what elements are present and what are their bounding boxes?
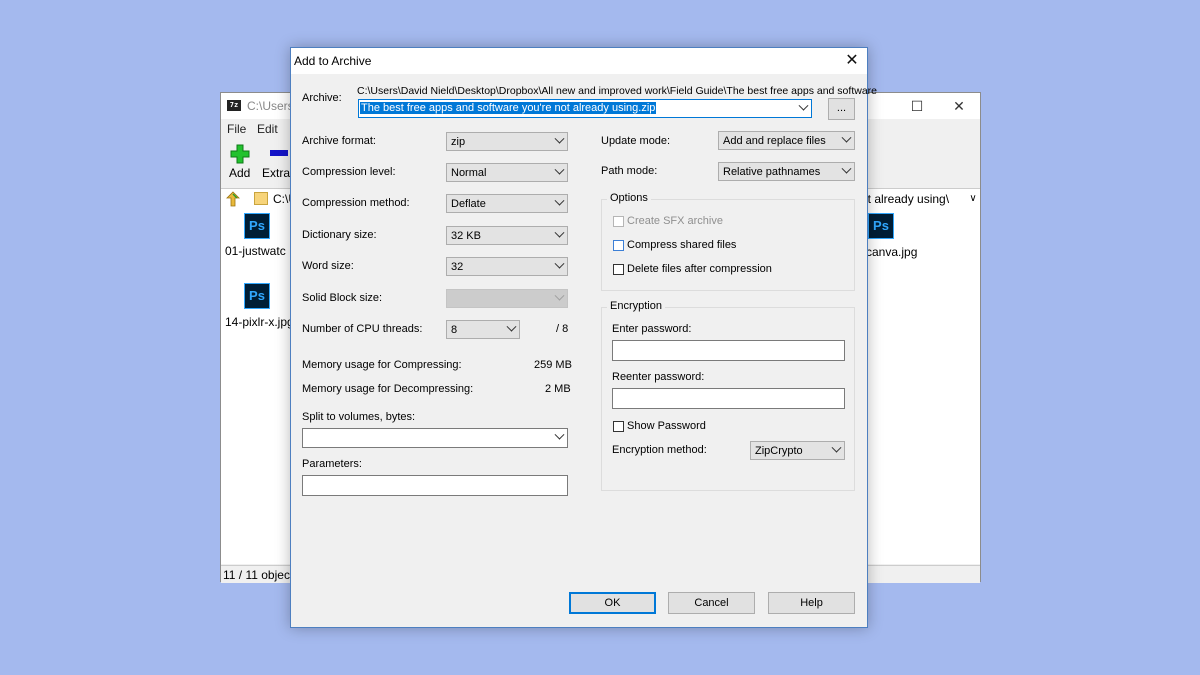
chevron-down-icon <box>841 132 852 143</box>
chevron-down-icon <box>554 164 565 175</box>
parameters-input[interactable] <box>302 475 568 496</box>
archive-format-select[interactable]: zip <box>446 132 568 151</box>
add-icon[interactable] <box>230 144 250 164</box>
address-path-right: ot already using\ <box>861 192 950 206</box>
compression-method-label: Compression method: <box>302 197 410 209</box>
compression-method-select[interactable]: Deflate <box>446 194 568 213</box>
dialog-titlebar: Add to Archive ✕ <box>291 48 867 74</box>
reenter-password-label: Reenter password: <box>612 371 705 383</box>
word-size-select[interactable]: 32 <box>446 257 568 276</box>
compress-shared-label[interactable]: Compress shared files <box>627 239 736 251</box>
encryption-method-value: ZipCrypto <box>755 445 803 457</box>
maximize-button[interactable]: ☐ <box>897 96 937 116</box>
chevron-down-icon <box>554 195 565 206</box>
close-icon[interactable]: ✕ <box>837 48 867 74</box>
encryption-method-select[interactable]: ZipCrypto <box>750 441 845 460</box>
help-button[interactable]: Help <box>768 592 855 614</box>
dictionary-size-select[interactable]: 32 KB <box>446 226 568 245</box>
show-password-label[interactable]: Show Password <box>627 420 706 432</box>
photoshop-file-icon[interactable]: Ps <box>244 283 270 309</box>
file-name[interactable]: canva.jpg <box>866 245 917 259</box>
menu-file[interactable]: File <box>227 122 246 136</box>
photoshop-file-icon[interactable]: Ps <box>244 213 270 239</box>
7zip-app-icon: 7z <box>227 100 241 111</box>
enter-password-input[interactable] <box>612 340 845 361</box>
ok-button[interactable]: OK <box>569 592 656 614</box>
path-mode-label: Path mode: <box>601 165 658 177</box>
options-title: Options <box>607 192 651 204</box>
cpu-threads-value: 8 <box>451 324 458 336</box>
chevron-down-icon <box>554 290 565 301</box>
encryption-method-label: Encryption method: <box>612 444 707 456</box>
file-name[interactable]: 14-pixlr-x.jpg <box>225 315 294 329</box>
archive-filename-combo[interactable]: The best free apps and software you're n… <box>358 99 812 118</box>
update-mode-select[interactable]: Add and replace files <box>718 131 855 150</box>
split-volumes-label: Split to volumes, bytes: <box>302 411 416 423</box>
delete-after-label[interactable]: Delete files after compression <box>627 263 772 275</box>
cancel-button[interactable]: Cancel <box>668 592 755 614</box>
path-mode-select[interactable]: Relative pathnames <box>718 162 855 181</box>
word-size-label: Word size: <box>302 260 354 272</box>
options-group: Options Create SFX archive Compress shar… <box>601 192 855 291</box>
reenter-password-input[interactable] <box>612 388 845 409</box>
dictionary-size-value: 32 KB <box>451 230 481 242</box>
memory-compressing-label: Memory usage for Compressing: <box>302 359 462 371</box>
chevron-down-icon <box>841 163 852 174</box>
encryption-group: Encryption Enter password: Reenter passw… <box>601 300 855 491</box>
chevron-down-icon[interactable] <box>554 429 565 440</box>
compression-level-select[interactable]: Normal <box>446 163 568 182</box>
memory-compressing-value: 259 MB <box>534 359 572 371</box>
enter-password-label: Enter password: <box>612 323 692 335</box>
memory-decompressing-value: 2 MB <box>545 383 571 395</box>
chevron-down-icon <box>554 227 565 238</box>
create-sfx-checkbox <box>613 216 624 227</box>
chevron-down-icon[interactable] <box>798 100 809 111</box>
add-to-archive-dialog: Add to Archive ✕ Archive: C:\Users\David… <box>290 47 877 628</box>
chevron-down-icon <box>506 321 517 332</box>
path-mode-value: Relative pathnames <box>723 166 821 178</box>
cpu-threads-label: Number of CPU threads: <box>302 323 423 335</box>
dialog-title: Add to Archive <box>294 54 372 68</box>
chevron-down-icon <box>554 258 565 269</box>
memory-decompressing-label: Memory usage for Decompressing: <box>302 383 474 395</box>
close-button[interactable]: ✕ <box>939 96 979 116</box>
delete-after-checkbox[interactable] <box>613 264 624 275</box>
add-button-label[interactable]: Add <box>229 166 250 180</box>
address-dropdown-icon[interactable]: ∨ <box>965 189 981 209</box>
cpu-threads-total: / 8 <box>556 323 569 335</box>
update-mode-label: Update mode: <box>601 135 671 147</box>
parameters-label: Parameters: <box>302 458 362 470</box>
photoshop-file-icon[interactable]: Ps <box>868 213 894 239</box>
menu-edit[interactable]: Edit <box>257 122 278 136</box>
archive-filename[interactable]: The best free apps and software you're n… <box>360 102 657 114</box>
extract-icon[interactable] <box>270 150 288 156</box>
archive-format-label: Archive format: <box>302 135 376 147</box>
split-volumes-combo[interactable] <box>302 428 568 448</box>
folder-icon <box>254 192 268 205</box>
chevron-down-icon <box>554 133 565 144</box>
compression-level-label: Compression level: <box>302 166 396 178</box>
create-sfx-label: Create SFX archive <box>627 215 723 227</box>
browse-button[interactable]: ... <box>828 98 855 120</box>
show-password-checkbox[interactable] <box>613 421 624 432</box>
status-text: 11 / 11 object( <box>223 568 298 582</box>
cpu-threads-select[interactable]: 8 <box>446 320 520 339</box>
archive-format-value: zip <box>451 136 466 148</box>
encryption-title: Encryption <box>607 300 665 312</box>
word-size-value: 32 <box>451 261 464 273</box>
chevron-down-icon <box>831 442 842 453</box>
solid-block-size-label: Solid Block size: <box>302 292 383 304</box>
compression-level-value: Normal <box>451 167 487 179</box>
update-mode-value: Add and replace files <box>723 135 826 147</box>
solid-block-size-select <box>446 289 568 308</box>
compression-method-value: Deflate <box>451 198 486 210</box>
compress-shared-checkbox[interactable] <box>613 240 624 251</box>
archive-label: Archive: <box>302 92 342 104</box>
dictionary-size-label: Dictionary size: <box>302 229 377 241</box>
archive-path: C:\Users\David Nield\Desktop\Dropbox\All… <box>357 85 877 97</box>
file-name[interactable]: 01-justwatc <box>225 244 286 258</box>
folder-up-icon[interactable] <box>225 191 241 207</box>
